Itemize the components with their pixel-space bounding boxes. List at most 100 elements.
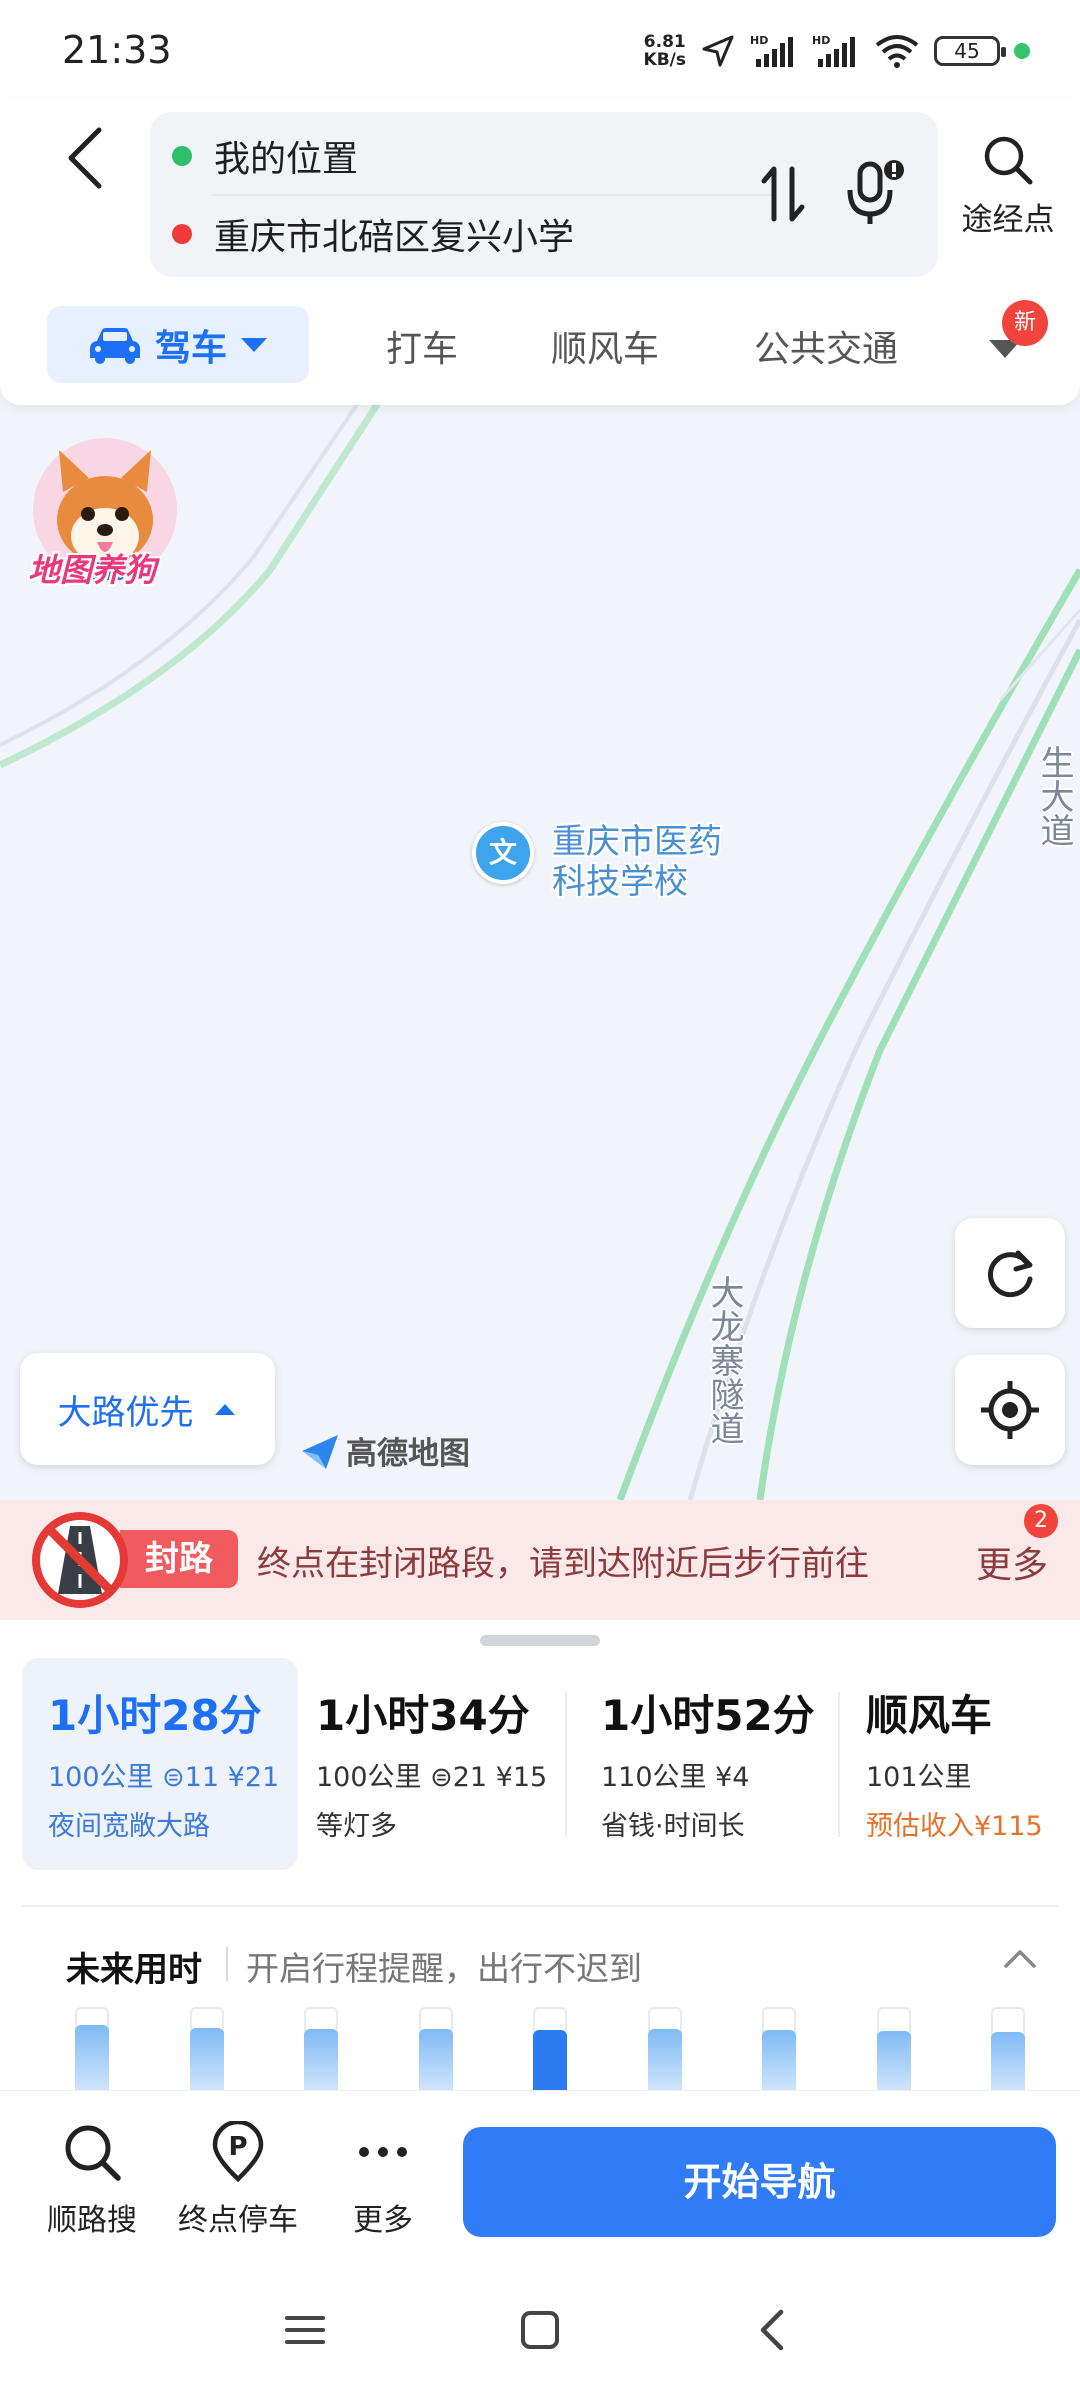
signal-hd-icon-1: HD (750, 34, 793, 67)
destination-parking-label: 终点停车 (178, 2203, 298, 2238)
route-duration: 1小时28分 (48, 1691, 262, 1740)
future-time-bars[interactable] (0, 2007, 1080, 2090)
sheet-drag-handle[interactable] (480, 1635, 600, 1646)
amap-logo-icon (302, 1434, 338, 1469)
origin-dot-icon (172, 146, 192, 166)
road-preference-button[interactable]: 大路优先 (20, 1353, 275, 1465)
tab-driving[interactable]: 驾车 (47, 306, 309, 383)
no-entry-road-icon (32, 1512, 128, 1608)
more-dots-icon (359, 2147, 407, 2157)
tab-driving-label: 驾车 (154, 327, 227, 369)
waypoint-label: 途经点 (961, 202, 1055, 238)
system-nav-bar (0, 2260, 1080, 2400)
destination-parking-button[interactable]: P 终点停车 (168, 2119, 308, 2239)
route-options-sheet: 1小时28分 100公里 ⊜11 ¥21 夜间宽敞大路 1小时34分 100公里… (0, 1620, 1080, 2090)
back-chevron-icon (760, 2309, 784, 2351)
future-time-bar[interactable] (304, 2029, 338, 2090)
refresh-button[interactable] (955, 1218, 1065, 1328)
status-dot (1014, 43, 1030, 59)
route-option-3[interactable]: 1小时52分 110公里 ¥4 省钱·时间长 (575, 1658, 837, 1870)
route-option-2[interactable]: 1小时34分 100公里 ⊜21 ¥15 等灯多 (290, 1658, 560, 1870)
origin-label: 我的位置 (214, 139, 359, 180)
map-view[interactable]: 地图养狗 文 重庆市医药科技学校 大龙寨隧道 生大道 大路优先 高德地图 (0, 380, 1080, 1500)
closure-message: 终点在封闭路段，请到达附近后步行前往 (257, 1544, 869, 1584)
more-actions-label: 更多 (353, 2203, 413, 2238)
location-arrow-icon (702, 35, 734, 67)
voice-input-button[interactable] (835, 150, 915, 235)
svg-text:P: P (228, 2132, 247, 2162)
poi-name: 重庆市医药科技学校 (552, 822, 722, 902)
future-time-bar[interactable] (991, 2032, 1025, 2090)
bottom-action-bar: 顺路搜 P 终点停车 更多 开始导航 (0, 2090, 1080, 2260)
search-along-route-button[interactable]: 顺路搜 (22, 2121, 162, 2239)
status-time: 21:33 (62, 28, 172, 72)
signal-hd-icon-2: HD (812, 34, 855, 67)
svg-text:HD: HD (812, 34, 830, 47)
status-bar: 21:33 6.81 KB/s HD HD 45 (0, 0, 1080, 100)
tab-public-transit[interactable]: 公共交通 (754, 320, 898, 372)
start-navigation-button[interactable]: 开始导航 (463, 2127, 1056, 2237)
home-button[interactable] (505, 2300, 575, 2360)
map-poi[interactable]: 文 重庆市医药科技学校 (472, 822, 752, 902)
new-badge: 新 (1002, 300, 1048, 346)
home-square-icon (521, 2311, 559, 2349)
route-tag: 夜间宽敞大路 (48, 1811, 210, 1842)
route-details: 110公里 ¥4 (601, 1762, 750, 1793)
closure-tag: 封路 (120, 1530, 238, 1588)
route-earning: 预估收入¥115 (866, 1811, 1043, 1842)
swap-button[interactable] (748, 154, 818, 234)
car-icon (89, 327, 140, 364)
tab-carpool[interactable]: 顺风车 (551, 320, 659, 372)
route-tag: 等灯多 (316, 1811, 397, 1842)
route-duration: 顺风车 (866, 1691, 993, 1740)
road-closure-banner[interactable]: 封路 终点在封闭路段，请到达附近后步行前往 更多 2 (0, 1500, 1080, 1620)
future-separator (226, 1947, 228, 1981)
route-option-1[interactable]: 1小时28分 100公里 ⊜11 ¥21 夜间宽敞大路 (22, 1658, 298, 1870)
road-label-tunnel: 大龙寨隧道 (704, 1275, 744, 1445)
chevron-down-icon (241, 337, 267, 352)
swap-arrows-icon (761, 166, 805, 222)
destination-field[interactable]: 重庆市北碚区复兴小学 (172, 204, 574, 264)
route-input-box: 我的位置 重庆市北碚区复兴小学 (150, 112, 938, 277)
amap-logo-text: 高德地图 (346, 1436, 470, 1472)
route-details: 100公里 ⊜21 ¥15 (316, 1762, 548, 1793)
closure-more-link[interactable]: 更多 (976, 1536, 1048, 1588)
route-separator (565, 1692, 567, 1837)
future-time-bar[interactable] (533, 2030, 567, 2090)
route-option-carpool[interactable]: 顺风车 101公里 预估收入¥115 (840, 1658, 1068, 1870)
road-label-avenue: 生大道 (1034, 745, 1074, 847)
sheet-divider (22, 1905, 1058, 1907)
route-details: 101公里 (866, 1762, 972, 1793)
closure-count-badge: 2 (1024, 1504, 1058, 1538)
locate-me-button[interactable] (955, 1355, 1065, 1465)
origin-field[interactable]: 我的位置 (172, 126, 358, 186)
search-icon (65, 2125, 121, 2181)
waypoint-button[interactable]: 途经点 (950, 134, 1066, 239)
mascot-label: 地图养狗 (28, 551, 157, 589)
menu-lines-icon (285, 2316, 325, 2344)
transport-modes: 驾车 打车 顺风车 公共交通 新 (0, 300, 1080, 390)
future-time-bar[interactable] (418, 2029, 453, 2090)
route-box-divider (212, 194, 772, 196)
trip-reminder-link[interactable]: 开启行程提醒，出行不迟到 (246, 1942, 642, 1990)
recent-apps-button[interactable] (270, 2300, 340, 2360)
more-actions-button[interactable]: 更多 (313, 2121, 453, 2239)
future-time-bar[interactable] (762, 2030, 796, 2090)
system-back-button[interactable] (738, 2300, 808, 2360)
tab-taxi[interactable]: 打车 (386, 320, 458, 372)
future-time-bar[interactable] (876, 2031, 911, 2090)
chevron-up-icon[interactable] (1002, 1946, 1038, 1970)
microphone-icon (847, 159, 904, 224)
back-button[interactable] (50, 118, 120, 198)
future-time-bar[interactable] (75, 2025, 109, 2090)
network-speed: 6.81 KB/s (643, 32, 686, 70)
route-duration: 1小时52分 (601, 1691, 815, 1740)
future-time-bar[interactable] (647, 2029, 682, 2090)
school-icon: 文 (472, 822, 534, 884)
parking-pin-icon: P (212, 2119, 264, 2183)
crosshair-location-icon (981, 1381, 1039, 1439)
battery-indicator: 45 (934, 36, 1006, 66)
road-preference-label: 大路优先 (57, 1392, 194, 1433)
wifi-icon (875, 35, 919, 68)
future-time-bar[interactable] (189, 2028, 224, 2090)
